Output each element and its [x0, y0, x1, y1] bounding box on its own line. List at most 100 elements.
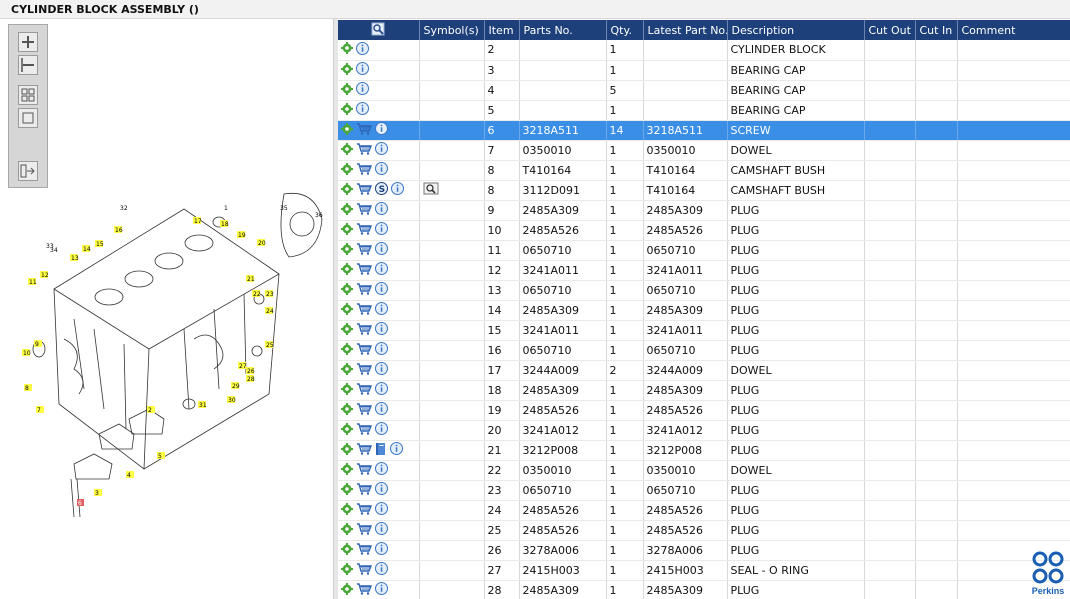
gear-icon[interactable]	[341, 582, 353, 598]
info-icon[interactable]	[375, 562, 388, 578]
table-row[interactable]: 15 3241A011 1 3241A011 PLUG	[338, 320, 1070, 341]
cart-icon[interactable]	[356, 182, 373, 198]
table-row[interactable]: 17 3244A009 2 3244A009 DOWEL	[338, 360, 1070, 381]
fit-all-button[interactable]	[18, 85, 38, 105]
table-row[interactable]: 9 2485A309 1 2485A309 PLUG	[338, 200, 1070, 221]
gear-icon[interactable]	[341, 482, 353, 498]
table-row[interactable]: 27 2415H003 1 2415H003 SEAL - O RING	[338, 560, 1070, 581]
info-icon[interactable]	[375, 582, 388, 598]
table-row[interactable]: 21 3212P008 1 3212P008 PLUG	[338, 440, 1070, 461]
table-row[interactable]: 22 0350010 1 0350010 DOWEL	[338, 460, 1070, 481]
gear-icon[interactable]	[341, 122, 353, 138]
gear-icon[interactable]	[341, 202, 353, 218]
cart-icon[interactable]	[356, 282, 373, 298]
gear-icon[interactable]	[341, 322, 353, 338]
table-row[interactable]: 7 0350010 1 0350010 DOWEL	[338, 140, 1070, 161]
gear-icon[interactable]	[341, 82, 353, 98]
cart-icon[interactable]	[356, 482, 373, 498]
gear-icon[interactable]	[341, 262, 353, 278]
gear-icon[interactable]	[341, 302, 353, 318]
table-row[interactable]: 8 T410164 1 T410164 CAMSHAFT BUSH	[338, 160, 1070, 181]
table-row[interactable]: 24 2485A526 1 2485A526 PLUG	[338, 500, 1070, 521]
table-row[interactable]: 18 2485A309 1 2485A309 PLUG	[338, 380, 1070, 401]
table-row[interactable]: 5 1 BEARING CAP	[338, 100, 1070, 121]
cart-icon[interactable]	[356, 222, 373, 238]
info-icon[interactable]	[375, 462, 388, 478]
column-header-cut-out[interactable]: Cut Out	[864, 20, 916, 40]
column-header-parts-no[interactable]: Parts No.	[519, 20, 607, 40]
table-row[interactable]: 26 3278A006 1 3278A006 PLUG	[338, 540, 1070, 561]
table-row[interactable]: 20 3241A012 1 3241A012 PLUG	[338, 420, 1070, 441]
gear-icon[interactable]	[341, 502, 353, 518]
search-zoom-icon[interactable]	[371, 22, 385, 36]
cart-icon[interactable]	[356, 422, 373, 438]
gear-icon[interactable]	[341, 162, 353, 178]
info-icon[interactable]	[375, 282, 388, 298]
book-icon[interactable]	[375, 442, 387, 459]
table-row[interactable]: 10 2485A526 1 2485A526 PLUG	[338, 220, 1070, 241]
info-icon[interactable]	[375, 162, 388, 178]
table-row[interactable]: 23 0650710 1 0650710 PLUG	[338, 480, 1070, 501]
cart-icon[interactable]	[356, 202, 373, 218]
info-icon[interactable]	[356, 102, 369, 118]
column-header-comment[interactable]: Comment	[957, 20, 1070, 40]
column-header-cut-in[interactable]: Cut In	[915, 20, 958, 40]
info-icon[interactable]	[375, 122, 388, 138]
info-icon[interactable]	[375, 202, 388, 218]
cart-icon[interactable]	[356, 162, 373, 178]
gear-icon[interactable]	[341, 562, 353, 578]
gear-icon[interactable]	[341, 182, 353, 198]
illustration-pane[interactable]: 22 23 24 25 21 20 19 18 17 16 15 14 13 1…	[0, 19, 336, 599]
cart-icon[interactable]	[356, 342, 373, 358]
gear-icon[interactable]	[341, 362, 353, 378]
gear-icon[interactable]	[341, 222, 353, 238]
cart-icon[interactable]	[356, 262, 373, 278]
cart-icon[interactable]	[356, 402, 373, 418]
gear-icon[interactable]	[341, 42, 353, 57]
gear-icon[interactable]	[341, 282, 353, 298]
info-icon[interactable]	[375, 302, 388, 318]
table-row[interactable]: 28 2485A309 1 2485A309 PLUG	[338, 580, 1070, 599]
table-row[interactable]: 6 3218A511 14 3218A511 SCREW	[338, 120, 1070, 141]
info-icon[interactable]	[356, 82, 369, 98]
cart-icon[interactable]	[356, 382, 373, 398]
gear-icon[interactable]	[341, 62, 353, 78]
zoom-in-button[interactable]	[18, 32, 38, 52]
cart-icon[interactable]	[356, 522, 373, 538]
column-header-latest-part-no[interactable]: Latest Part No.	[643, 20, 728, 40]
view-drawing-icon[interactable]	[423, 182, 439, 199]
info-icon[interactable]	[375, 342, 388, 358]
info-icon[interactable]	[375, 142, 388, 158]
cart-icon[interactable]	[356, 542, 373, 558]
column-header-item[interactable]: Item	[484, 20, 520, 40]
info-icon[interactable]	[375, 322, 388, 338]
info-icon[interactable]	[375, 482, 388, 498]
info-icon[interactable]	[356, 41, 369, 58]
gear-icon[interactable]	[341, 382, 353, 398]
table-row[interactable]: 12 3241A011 1 3241A011 PLUG	[338, 260, 1070, 281]
export-button[interactable]	[18, 161, 38, 181]
info-icon[interactable]	[375, 422, 388, 438]
gear-icon[interactable]	[341, 342, 353, 358]
info-icon[interactable]	[356, 62, 369, 78]
table-row[interactable]: 13 0650710 1 0650710 PLUG	[338, 280, 1070, 301]
column-header-icons[interactable]	[338, 20, 420, 40]
info-icon[interactable]	[375, 522, 388, 538]
info-icon[interactable]	[375, 242, 388, 258]
gear-icon[interactable]	[341, 422, 353, 438]
cart-icon[interactable]	[356, 242, 373, 258]
column-header-description[interactable]: Description	[727, 20, 865, 40]
fit-window-button[interactable]	[18, 108, 38, 128]
info-icon[interactable]	[375, 362, 388, 378]
table-row[interactable]: 11 0650710 1 0650710 PLUG	[338, 240, 1070, 261]
gear-icon[interactable]	[341, 442, 353, 458]
cart-icon[interactable]	[356, 562, 373, 578]
cart-icon[interactable]	[356, 462, 373, 478]
cart-icon[interactable]	[356, 362, 373, 378]
info-icon[interactable]	[375, 262, 388, 278]
gear-icon[interactable]	[341, 522, 353, 538]
gear-icon[interactable]	[341, 242, 353, 258]
column-header-qty[interactable]: Qty.	[606, 20, 644, 40]
gear-icon[interactable]	[341, 462, 353, 478]
info-icon[interactable]	[375, 542, 388, 558]
